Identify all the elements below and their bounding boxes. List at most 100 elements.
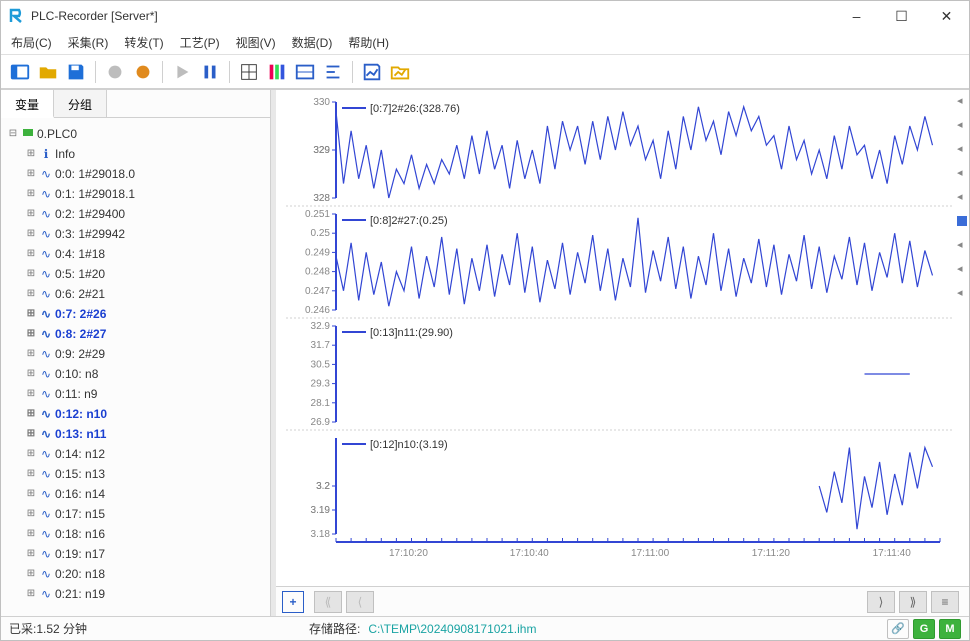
tree-item-21[interactable]: ⊞∿0:21: n19 (5, 584, 266, 604)
expand-icon[interactable]: ⊞ (25, 264, 37, 284)
tree-item-10[interactable]: ⊞∿0:10: n8 (5, 364, 266, 384)
expand-icon[interactable]: ⊞ (25, 524, 37, 544)
expand-icon[interactable]: ⊞ (25, 424, 37, 444)
expand-icon[interactable]: ⊞ (25, 284, 37, 304)
expand-icon[interactable]: ⊞ (25, 324, 37, 344)
gutter-marker[interactable]: ◂ (957, 144, 967, 154)
nav-first-button[interactable]: ⟪ (314, 591, 342, 613)
tree-item-3[interactable]: ⊞∿0:3: 1#29942 (5, 224, 266, 244)
expand-icon[interactable]: ⊞ (25, 584, 37, 604)
tree-item-14[interactable]: ⊞∿0:14: n12 (5, 444, 266, 464)
menu-forward[interactable]: 转发(T) (124, 34, 163, 51)
expand-icon[interactable]: ⊞ (25, 544, 37, 564)
nav-last-button[interactable]: ⟫ (899, 591, 927, 613)
gutter-marker-active[interactable] (957, 216, 967, 226)
status-m-badge[interactable]: M (939, 619, 961, 639)
gutter-marker[interactable]: ◂ (957, 120, 967, 130)
status-g-badge[interactable]: G (913, 619, 935, 639)
expand-icon[interactable]: ⊞ (25, 464, 37, 484)
tree-item-20[interactable]: ⊞∿0:20: n18 (5, 564, 266, 584)
tree-item-19[interactable]: ⊞∿0:19: n17 (5, 544, 266, 564)
tree-item-9[interactable]: ⊞∿0:9: 2#29 (5, 344, 266, 364)
tree-item-18[interactable]: ⊞∿0:18: n16 (5, 524, 266, 544)
tree-item-2[interactable]: ⊞∿0:2: 1#29400 (5, 204, 266, 224)
node-icon (21, 124, 35, 144)
svg-text:0.249: 0.249 (305, 247, 330, 258)
expand-icon[interactable]: ⊞ (25, 484, 37, 504)
nav-prev-button[interactable]: ⟨ (346, 591, 374, 613)
menu-view[interactable]: 视图(V) (236, 34, 276, 51)
align-icon[interactable] (320, 59, 346, 85)
tree-item-5[interactable]: ⊞∿0:5: 1#20 (5, 264, 266, 284)
tree-item-16[interactable]: ⊞∿0:16: n14 (5, 484, 266, 504)
tree-item-6[interactable]: ⊞∿0:6: 2#21 (5, 284, 266, 304)
ruler-icon[interactable] (292, 59, 318, 85)
menu-data[interactable]: 数据(D) (292, 34, 333, 51)
gutter-marker[interactable]: ◂ (957, 288, 967, 298)
expand-icon[interactable]: ⊞ (25, 144, 37, 164)
node-icon: ∿ (39, 264, 53, 284)
tree-item-7[interactable]: ⊞∿0:7: 2#26 (5, 304, 266, 324)
tree-item-17[interactable]: ⊞∿0:17: n15 (5, 504, 266, 524)
expand-icon[interactable]: ⊞ (25, 384, 37, 404)
tree-item-12[interactable]: ⊞∿0:12: n10 (5, 404, 266, 424)
export-icon[interactable] (387, 59, 413, 85)
panel-icon[interactable] (7, 59, 33, 85)
play-icon[interactable] (169, 59, 195, 85)
save-chart-icon[interactable] (359, 59, 385, 85)
close-button[interactable]: ✕ (924, 1, 969, 31)
gutter-marker[interactable]: ◂ (957, 240, 967, 250)
tab-groups[interactable]: 分组 (54, 90, 107, 117)
menu-acquire[interactable]: 采集(R) (68, 34, 109, 51)
gutter-marker[interactable]: ◂ (957, 192, 967, 202)
status-link-icon[interactable]: 🔗 (887, 619, 909, 639)
svg-text:3.18: 3.18 (311, 529, 331, 540)
grid-icon[interactable] (236, 59, 262, 85)
menu-process[interactable]: 工艺(P) (180, 34, 220, 51)
expand-icon[interactable]: ⊞ (25, 244, 37, 264)
expand-icon[interactable]: ⊞ (25, 364, 37, 384)
svg-text:30.5: 30.5 (311, 359, 331, 370)
tab-variables[interactable]: 变量 (1, 90, 54, 118)
expand-icon[interactable]: ⊞ (25, 564, 37, 584)
gutter-marker[interactable]: ◂ (957, 168, 967, 178)
charts-viewport[interactable]: 328328329329329330[0:7]2#26:(328.76)0.24… (276, 90, 969, 586)
menu-layout[interactable]: 布局(C) (11, 34, 52, 51)
tree-item-11[interactable]: ⊞∿0:11: n9 (5, 384, 266, 404)
expand-icon[interactable]: ⊞ (25, 404, 37, 424)
tree-info[interactable]: ⊞ℹInfo (5, 144, 266, 164)
variable-tree[interactable]: ⊟0.PLC0⊞ℹInfo⊞∿0:0: 1#29018.0⊞∿0:1: 1#29… (1, 118, 270, 616)
status-path-value[interactable]: C:\TEMP\20240908171021.ihm (368, 622, 536, 636)
svg-text:329: 329 (313, 145, 330, 156)
expand-icon[interactable]: ⊞ (25, 504, 37, 524)
menu-help[interactable]: 帮助(H) (348, 34, 389, 51)
expand-icon[interactable]: ⊞ (25, 164, 37, 184)
gutter-marker[interactable]: ◂ (957, 96, 967, 106)
record-gray-icon[interactable] (102, 59, 128, 85)
open-icon[interactable] (35, 59, 61, 85)
record-orange-icon[interactable] (130, 59, 156, 85)
minimize-button[interactable]: – (834, 1, 879, 31)
tree-item-13[interactable]: ⊞∿0:13: n11 (5, 424, 266, 444)
tree-item-4[interactable]: ⊞∿0:4: 1#18 (5, 244, 266, 264)
nav-next-button[interactable]: ⟩ (867, 591, 895, 613)
gutter-marker[interactable]: ◂ (957, 264, 967, 274)
expand-icon[interactable]: ⊞ (25, 204, 37, 224)
pause-icon[interactable] (197, 59, 223, 85)
tree-item-1[interactable]: ⊞∿0:1: 1#29018.1 (5, 184, 266, 204)
expand-icon[interactable]: ⊟ (7, 124, 19, 144)
expand-icon[interactable]: ⊞ (25, 304, 37, 324)
save-icon[interactable] (63, 59, 89, 85)
tree-item-15[interactable]: ⊞∿0:15: n13 (5, 464, 266, 484)
expand-icon[interactable]: ⊞ (25, 184, 37, 204)
node-icon: ∿ (39, 564, 53, 584)
tree-root[interactable]: ⊟0.PLC0 (5, 124, 266, 144)
add-strip-button[interactable]: + (282, 591, 304, 613)
maximize-button[interactable]: ☐ (879, 1, 924, 31)
tree-item-0[interactable]: ⊞∿0:0: 1#29018.0 (5, 164, 266, 184)
expand-icon[interactable]: ⊞ (25, 224, 37, 244)
expand-icon[interactable]: ⊞ (25, 444, 37, 464)
tree-item-8[interactable]: ⊞∿0:8: 2#27 (5, 324, 266, 344)
expand-icon[interactable]: ⊞ (25, 344, 37, 364)
palette-icon[interactable] (264, 59, 290, 85)
